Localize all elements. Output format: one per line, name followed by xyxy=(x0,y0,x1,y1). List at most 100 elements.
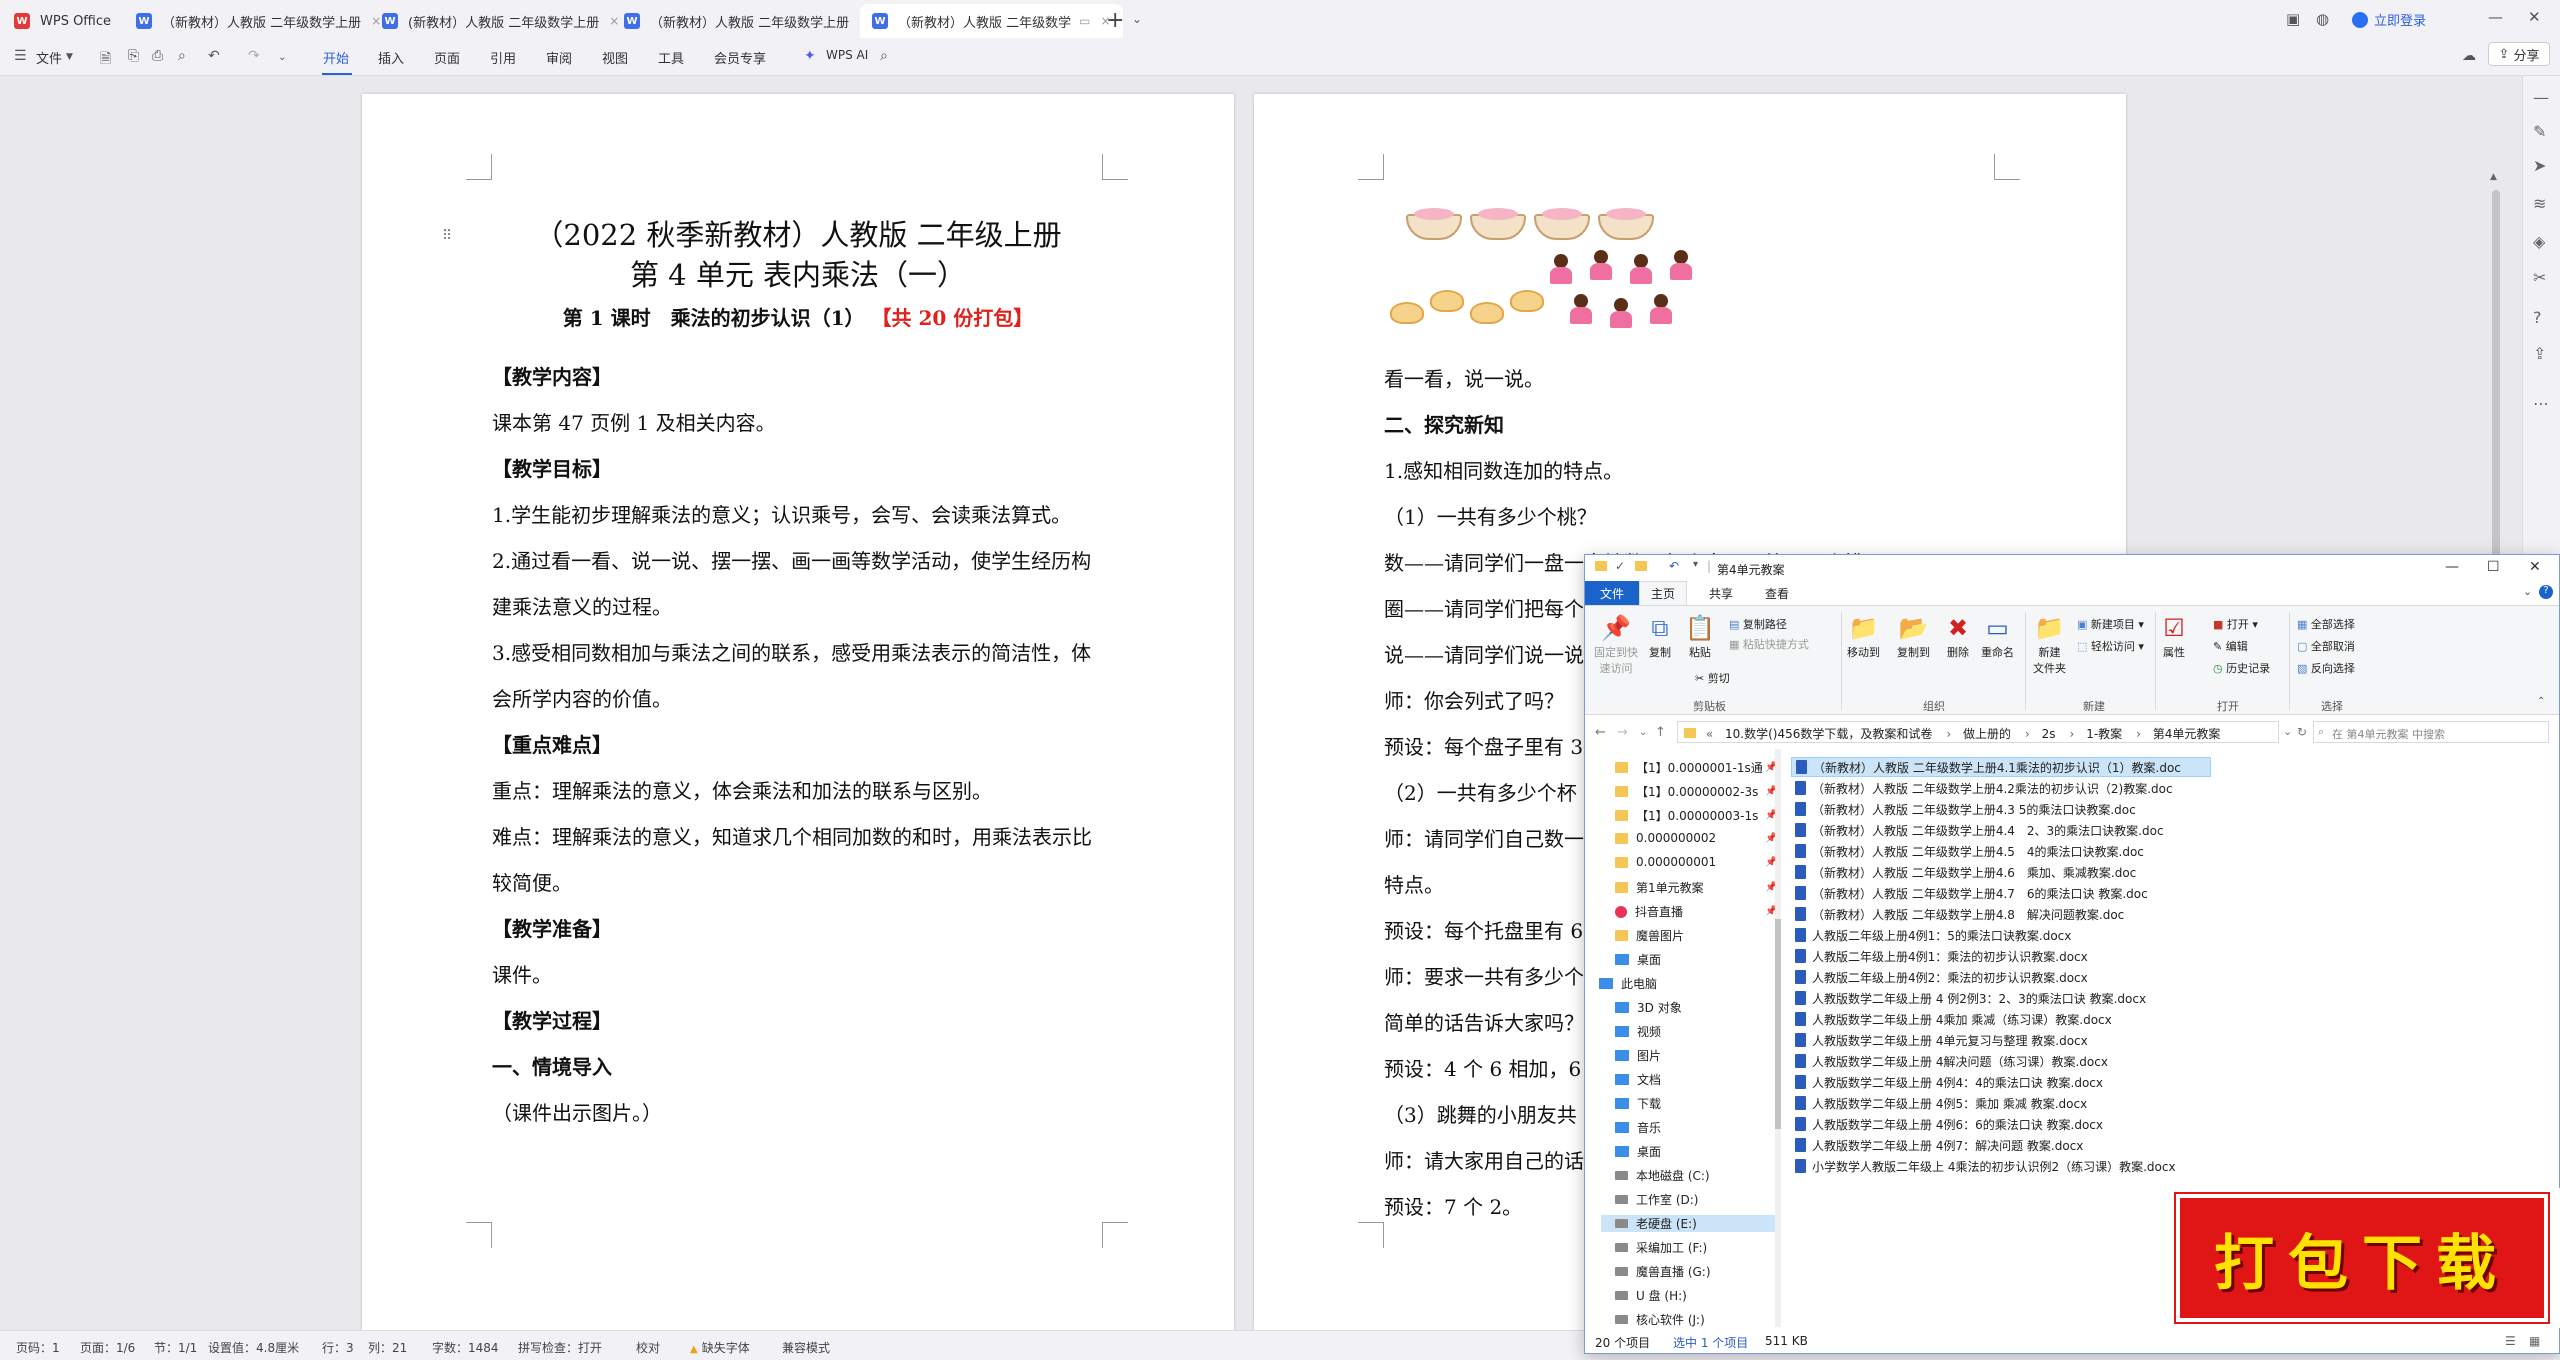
wps-ai-button[interactable]: WPS AI xyxy=(826,48,868,62)
file-menu[interactable]: 文件 xyxy=(36,48,62,67)
file-row[interactable]: 人教版数学二年级上册 4例4：4的乘法口诀 教案.docx xyxy=(1791,1072,2211,1092)
file-row[interactable]: 人教版数学二年级上册 4例7：解决问题 教案.docx xyxy=(1791,1135,2211,1155)
address-bar[interactable]: « 10.数学()456数学下载，及教案和试卷 › 做上册的 › 2s › 1-教案 ›… xyxy=(1677,721,2279,743)
nav-item[interactable]: 桌面 xyxy=(1615,951,1661,968)
redo-icon[interactable]: ↷ xyxy=(248,48,260,64)
chevron-down-icon[interactable]: ▾ xyxy=(1693,559,1698,570)
nav-scrollbar[interactable] xyxy=(1775,749,1781,1327)
chevron-down-icon[interactable]: ⌄ xyxy=(278,52,286,63)
overflow-chevron-icon[interactable]: « xyxy=(1706,727,1713,741)
open-button[interactable]: ■ 打开 ▾ xyxy=(2213,616,2258,632)
copy-to-button[interactable]: 📂 复制到 xyxy=(1897,614,1930,660)
tab-share[interactable]: 共享 xyxy=(1709,585,1733,602)
file-row[interactable]: 人教版数学二年级上册 4乘加 乘减（练习课）教案.docx xyxy=(1791,1009,2211,1029)
nav-item[interactable]: 老硬盘 (E:) xyxy=(1601,1215,1781,1232)
pin-quick-access-button[interactable]: 📌 固定到快 速访问 xyxy=(1591,614,1641,676)
page-count[interactable]: 页面：1/6 xyxy=(80,1339,135,1356)
collapse-ribbon-icon[interactable]: ⌃ xyxy=(2537,696,2545,707)
file-row[interactable]: 人教版数学二年级上册 4 例2例3：2、3的乘法口诀 教案.docx xyxy=(1791,988,2211,1008)
tab-reference[interactable]: 引用 xyxy=(490,48,516,67)
chevron-down-icon[interactable]: ⌄ xyxy=(2283,725,2292,738)
window-mode-icon[interactable]: ▣ xyxy=(2286,10,2300,28)
paste-shortcut-button[interactable]: ▦ 粘贴快捷方式 xyxy=(1729,636,1809,652)
maximize-icon[interactable]: ☐ xyxy=(2487,559,2500,575)
hamburger-icon[interactable]: ☰ xyxy=(14,48,27,64)
nav-item[interactable]: 本地磁盘 (C:) xyxy=(1615,1167,1710,1184)
export-icon[interactable]: ⎘ xyxy=(128,48,139,64)
tab-home[interactable]: 主页 xyxy=(1639,581,1687,605)
tab-document-2[interactable]: W (新教材）人教版 二年级数学上册 × xyxy=(382,4,619,38)
tab-document-4-active[interactable]: W （新教材）人教版 二年级数学 ▭ × xyxy=(860,4,1123,38)
tab-review[interactable]: 审阅 xyxy=(546,48,572,67)
nav-item[interactable]: 下载 xyxy=(1615,1095,1661,1112)
scroll-up-icon[interactable]: ▲ xyxy=(2490,172,2497,182)
breadcrumb-segment[interactable]: 10.数学()456数学下载，及教案和试卷 xyxy=(1725,727,1932,741)
tab-tools[interactable]: 工具 xyxy=(658,48,684,67)
nav-item[interactable]: 桌面 xyxy=(1615,1143,1661,1160)
tab-member[interactable]: 会员专享 xyxy=(714,48,766,67)
select-all-button[interactable]: ▦ 全部选择 xyxy=(2297,616,2355,632)
select-none-button[interactable]: ▢ 全部取消 xyxy=(2297,638,2355,654)
history-button[interactable]: ◷ 历史记录 xyxy=(2213,660,2270,676)
move-to-button[interactable]: 📁 移动到 xyxy=(1847,614,1880,660)
nav-item[interactable]: 视频 xyxy=(1615,1023,1661,1040)
setting-value[interactable]: 设置值：4.8厘米 xyxy=(208,1339,299,1356)
file-row[interactable]: （新教材）人教版 二年级数学上册4.7 6的乘法口诀 教案.doc xyxy=(1791,883,2211,903)
file-row[interactable]: 人教版二年级上册4例2：乘法的初步认识教案.docx xyxy=(1791,967,2211,987)
minimize-icon[interactable]: — xyxy=(2445,559,2459,575)
pen-icon[interactable]: ✎ xyxy=(2533,122,2546,141)
invert-selection-button[interactable]: ▧ 反向选择 xyxy=(2297,660,2355,676)
nav-item[interactable]: U 盘 (H:) xyxy=(1615,1287,1687,1304)
file-row[interactable]: （新教材）人教版 二年级数学上册4.1乘法的初步认识（1）教案.doc xyxy=(1791,757,2211,777)
file-row[interactable]: 人教版数学二年级上册 4例6：6的乘法口诀 教案.docx xyxy=(1791,1114,2211,1134)
monitor-icon[interactable]: ▭ xyxy=(1079,14,1090,28)
file-row[interactable]: 人教版二年级上册4例1：5的乘法口诀教案.docx xyxy=(1791,925,2211,945)
adjust-icon[interactable]: ≋ xyxy=(2533,194,2546,213)
login-button[interactable]: 立即登录 xyxy=(2352,10,2426,29)
recent-chevron-icon[interactable]: ⌄ xyxy=(1639,727,1647,738)
print-preview-icon[interactable]: ⌕ xyxy=(178,48,186,64)
properties-button[interactable]: ☑ 属性 xyxy=(2163,614,2185,660)
new-folder-button[interactable]: 📁 新建 文件夹 xyxy=(2033,614,2066,676)
document-page-1[interactable]: ⠿ （2022 秋季新教材）人教版 二年级上册 第 4 单元 表内乘法（一） 第… xyxy=(362,94,1234,1330)
file-row[interactable]: 人教版数学二年级上册 4例5：乘加 乘减 教案.docx xyxy=(1791,1093,2211,1113)
file-row[interactable]: （新教材）人教版 二年级数学上册4.3 5的乘法口诀教案.doc xyxy=(1791,799,2211,819)
paste-button[interactable]: 📋 粘贴 xyxy=(1685,614,1715,660)
close-icon[interactable]: ✕ xyxy=(2529,559,2541,575)
close-icon[interactable]: × xyxy=(371,14,381,28)
cut-button[interactable]: ✂ 剪切 xyxy=(1695,670,1730,686)
file-row[interactable]: 人教版数学二年级上册 4单元复习与整理 教案.docx xyxy=(1791,1030,2211,1050)
tab-wps-home[interactable]: W WPS Office xyxy=(14,4,111,38)
tools-icon[interactable]: ✂ xyxy=(2533,268,2546,287)
new-item-button[interactable]: ▣ 新建项目 ▾ xyxy=(2077,616,2144,632)
chevron-down-icon[interactable]: ⌄ xyxy=(1132,12,1142,26)
file-row[interactable]: 人教版数学二年级上册 4解决问题（练习课）教案.docx xyxy=(1791,1051,2211,1071)
file-row[interactable]: 人教版二年级上册4例1：乘法的初步认识教案.docx xyxy=(1791,946,2211,966)
breadcrumb-segment[interactable]: 2s xyxy=(2042,727,2056,741)
cursor-icon[interactable]: ➤ xyxy=(2533,156,2546,175)
rename-button[interactable]: ▭ 重命名 xyxy=(1981,614,2014,660)
search-icon[interactable]: ⌕ xyxy=(880,48,888,64)
nav-item[interactable]: 3D 对象 xyxy=(1615,999,1682,1016)
search-input[interactable]: ⌕ 在 第4单元教案 中搜索 xyxy=(2313,721,2549,743)
tab-insert[interactable]: 插入 xyxy=(378,48,404,67)
proofread-button[interactable]: 校对 xyxy=(636,1339,660,1356)
skin-icon[interactable]: ◍ xyxy=(2316,10,2329,28)
file-row[interactable]: （新教材）人教版 二年级数学上册4.2乘法的初步认识（2)教案.doc xyxy=(1791,778,2211,798)
nav-item[interactable]: 采编加工 (F:) xyxy=(1615,1239,1707,1256)
tiles-view-icon[interactable]: ▦ xyxy=(2529,1334,2540,1348)
tab-document-3[interactable]: W （新教材）人教版 二年级数学上册 × xyxy=(624,4,869,38)
nav-item[interactable]: 【1】0.00000002-3s 📌 xyxy=(1615,783,1777,800)
more-icon[interactable]: ⋯ xyxy=(2533,394,2549,413)
edit-button[interactable]: ✎ 编辑 xyxy=(2213,638,2248,654)
explorer-title-bar[interactable]: ✓ ↶ ▾ | 第4单元教案 — ☐ ✕ xyxy=(1585,555,2559,581)
tab-view[interactable]: 查看 xyxy=(1765,585,1789,602)
easy-access-button[interactable]: ⬚ 轻松访问 ▾ xyxy=(2077,638,2144,654)
tab-view[interactable]: 视图 xyxy=(602,48,628,67)
vertical-scrollbar[interactable] xyxy=(2492,190,2500,566)
share-button[interactable]: ⇪ 分享 xyxy=(2488,42,2550,66)
breadcrumb-segment[interactable]: 第4单元教案 xyxy=(2153,727,2221,741)
nav-item[interactable]: 魔兽直播 (G:) xyxy=(1615,1263,1711,1280)
close-icon[interactable]: × xyxy=(609,14,619,28)
nav-item[interactable]: 核心软件 (J:) xyxy=(1615,1311,1705,1328)
